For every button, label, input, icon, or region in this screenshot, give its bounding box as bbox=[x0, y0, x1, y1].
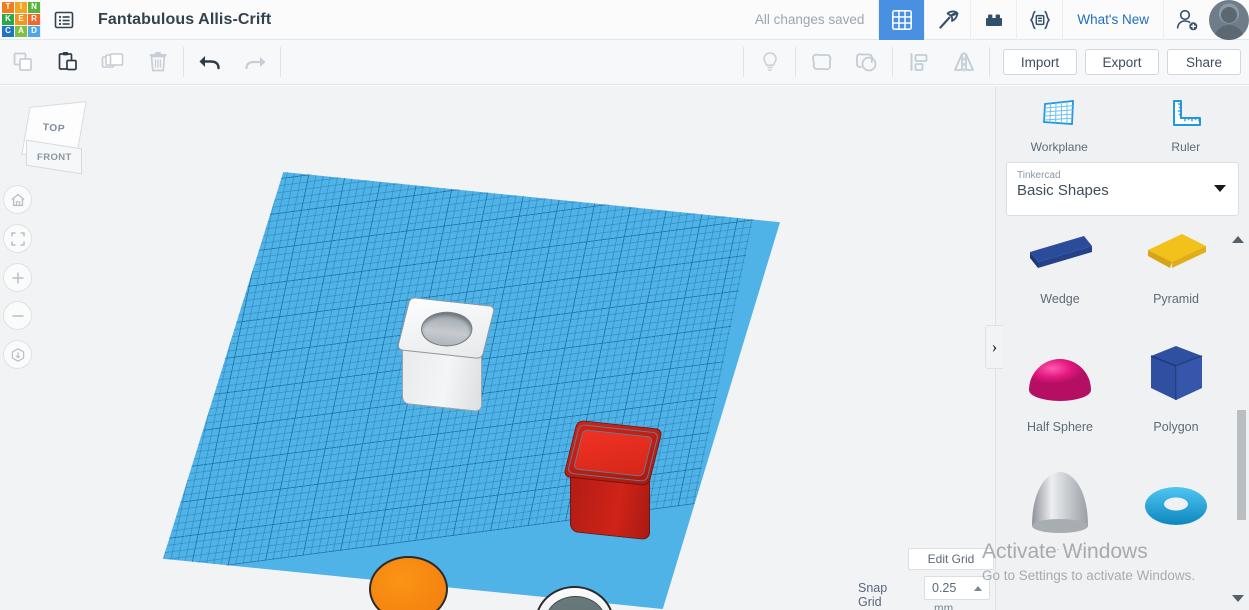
snap-grid-unit: mm bbox=[934, 603, 954, 610]
shape-label: Paraboloid bbox=[1030, 548, 1090, 550]
copy-icon[interactable] bbox=[0, 40, 45, 85]
edit-grid-button[interactable]: Edit Grid bbox=[908, 548, 994, 570]
shape-label: Polygon bbox=[1153, 420, 1199, 434]
grid-view-icon[interactable] bbox=[878, 0, 925, 40]
workplane-tool-label: Workplane bbox=[1030, 139, 1088, 154]
group-icon[interactable] bbox=[799, 40, 844, 85]
tinkercad-logo[interactable]: TIN KER CAD bbox=[0, 0, 40, 40]
snap-grid-value: 0.25 bbox=[932, 581, 957, 595]
logo-tile-i: I bbox=[15, 1, 27, 13]
zoom-out-button[interactable] bbox=[3, 301, 32, 330]
logo-tile-e: E bbox=[15, 13, 27, 25]
save-status: All changes saved bbox=[754, 12, 865, 27]
design-canvas[interactable]: Workplane bbox=[0, 86, 995, 610]
logo-tile-c: C bbox=[2, 25, 14, 37]
shape-item-torus[interactable]: Torus bbox=[1118, 442, 1234, 550]
ungroup-icon[interactable] bbox=[844, 40, 889, 85]
shape-item-half-sphere[interactable]: Half Sphere bbox=[1002, 314, 1118, 442]
pickaxe-icon[interactable] bbox=[924, 0, 970, 40]
share-button[interactable]: Share bbox=[1167, 49, 1241, 75]
brick-icon[interactable] bbox=[970, 0, 1016, 40]
export-button[interactable]: Export bbox=[1085, 49, 1159, 75]
shape-item-paraboloid[interactable]: Paraboloid bbox=[1002, 442, 1118, 550]
shape-label: Wedge bbox=[1040, 292, 1080, 306]
logo-tile-t: T bbox=[2, 1, 14, 13]
red-box-top-face bbox=[563, 419, 663, 487]
ruler-icon bbox=[1169, 98, 1203, 135]
toolbar-divider bbox=[183, 47, 184, 77]
projection-toggle-button[interactable] bbox=[3, 340, 32, 369]
view-cube-top-label: TOP bbox=[42, 121, 66, 135]
avatar[interactable] bbox=[1209, 0, 1249, 40]
import-button[interactable]: Import bbox=[1003, 49, 1077, 75]
mirror-icon[interactable] bbox=[941, 40, 986, 85]
shape-row: Half Sphere Polygon bbox=[1002, 314, 1244, 442]
edit-toolbar: Import Export Share bbox=[0, 40, 1249, 85]
snap-grid-label: Snap Grid bbox=[858, 581, 888, 609]
workplane-icon bbox=[1041, 98, 1077, 135]
panel-collapse-handle[interactable]: › bbox=[985, 325, 1003, 369]
shape-item-pyramid[interactable]: Pyramid bbox=[1118, 186, 1234, 314]
panel-tools: Workplane Ruler bbox=[996, 86, 1249, 159]
gray-cylinder-top bbox=[545, 596, 606, 610]
shape-label: Half Sphere bbox=[1026, 420, 1093, 434]
edit-toolbar-left bbox=[0, 40, 284, 85]
shape-label: Pyramid bbox=[1153, 292, 1199, 306]
toolbar-divider-2 bbox=[280, 47, 281, 77]
logo-tile-d: D bbox=[28, 25, 40, 37]
fit-view-button[interactable] bbox=[3, 224, 32, 253]
white-box-hole bbox=[417, 309, 477, 349]
logo-tile-r: R bbox=[28, 13, 40, 25]
panel-scroll-down[interactable] bbox=[1232, 595, 1244, 602]
top-bar-right: All changes saved What's New bbox=[755, 0, 1249, 40]
pyramid-icon bbox=[1136, 206, 1216, 288]
delete-icon[interactable] bbox=[135, 40, 180, 85]
halfsphere-icon bbox=[1020, 334, 1100, 416]
logo-tile-k: K bbox=[2, 13, 14, 25]
shapes-panel: Workplane Ruler Tinkercad Basic Shapes W… bbox=[995, 86, 1249, 610]
red-box-cavity bbox=[572, 429, 654, 477]
shape-grid: Wedge Pyramid Half Sphere Polygon Paraboloid… bbox=[996, 186, 1249, 550]
shape-library-source: Tinkercad bbox=[1017, 170, 1061, 181]
toolbar-divider-3 bbox=[743, 47, 744, 77]
view-cube-front-label: FRONT bbox=[36, 151, 72, 163]
workplane-tool[interactable]: Workplane bbox=[996, 86, 1123, 159]
shape-row: Wedge Pyramid bbox=[1002, 186, 1244, 314]
logo-tile-a: A bbox=[15, 25, 27, 37]
polygon-icon bbox=[1136, 334, 1216, 416]
ruler-tool[interactable]: Ruler bbox=[1123, 86, 1249, 159]
paraboloid-icon bbox=[1020, 462, 1100, 544]
edit-toolbar-right: Import Export Share bbox=[740, 40, 1249, 85]
list-menu-icon[interactable] bbox=[40, 0, 86, 40]
shape-item-wedge[interactable]: Wedge bbox=[1002, 186, 1118, 314]
tinkercad-app: TIN KER CAD Fantabulous Allis-Crift All ch… bbox=[0, 0, 1249, 610]
redo-icon[interactable] bbox=[232, 40, 277, 85]
notes-lightbulb-icon[interactable] bbox=[747, 40, 792, 85]
top-bar: TIN KER CAD Fantabulous Allis-Crift All ch… bbox=[0, 0, 1249, 40]
undo-icon[interactable] bbox=[187, 40, 232, 85]
home-view-button[interactable] bbox=[3, 185, 32, 214]
duplicate-icon[interactable] bbox=[90, 40, 135, 85]
caret-up-icon[interactable] bbox=[974, 586, 982, 591]
zoom-in-button[interactable] bbox=[3, 263, 32, 292]
toolbar-divider-5 bbox=[892, 47, 893, 77]
whats-new-link[interactable]: What's New bbox=[1062, 0, 1163, 40]
toolbar-divider-6 bbox=[989, 47, 990, 77]
logo-tile-n: N bbox=[28, 1, 40, 13]
add-user-icon[interactable] bbox=[1163, 0, 1209, 40]
paste-icon[interactable] bbox=[45, 40, 90, 85]
shape-row: Paraboloid Torus bbox=[1002, 442, 1244, 550]
document-title[interactable]: Fantabulous Allis-Crift bbox=[98, 11, 271, 29]
white-box-top-face bbox=[396, 296, 496, 360]
shape-label: Torus bbox=[1161, 548, 1192, 550]
toolbar-divider-4 bbox=[795, 47, 796, 77]
torus-icon bbox=[1136, 462, 1216, 544]
shape-item-polygon[interactable]: Polygon bbox=[1118, 314, 1234, 442]
align-icon[interactable] bbox=[896, 40, 941, 85]
snap-grid-select[interactable]: 0.25 bbox=[924, 576, 990, 600]
view-cube[interactable]: TOP FRONT bbox=[18, 101, 92, 178]
codeblocks-icon[interactable] bbox=[1016, 0, 1062, 40]
wedge-icon bbox=[1020, 206, 1100, 288]
ruler-tool-label: Ruler bbox=[1171, 139, 1201, 154]
